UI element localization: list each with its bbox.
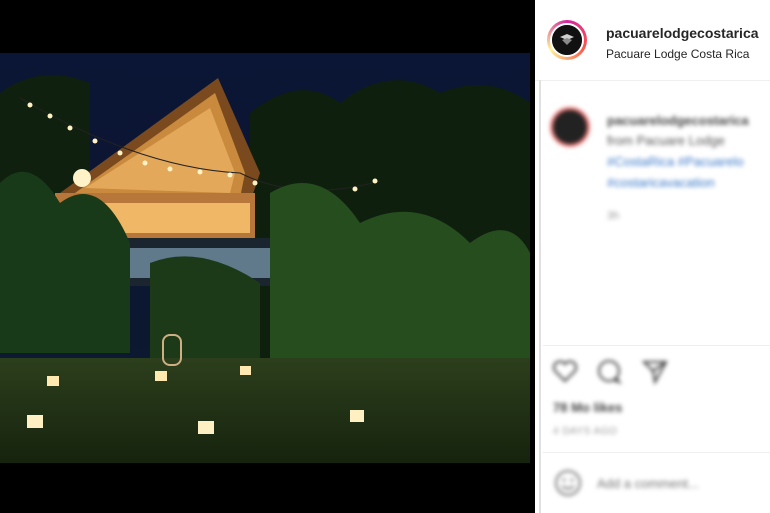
actions-divider — [543, 345, 770, 346]
caption-hashtags[interactable]: #CostaRica #Pacuarelo — [607, 154, 744, 169]
lodge-logo-icon — [552, 25, 582, 55]
comment-input[interactable] — [597, 476, 747, 491]
comment-divider — [543, 452, 770, 453]
heart-icon[interactable] — [551, 357, 579, 385]
caption-time: 3h — [607, 210, 620, 222]
caption-text: from Pacuare Lodge — [607, 133, 725, 148]
caption-hashtags-2[interactable]: #costaricavacation — [607, 175, 715, 190]
post-location[interactable]: Pacuare Lodge Costa Rica — [606, 47, 749, 61]
post-sidebar: pacuarelodgecostarica Pacuare Lodge Cost… — [535, 0, 770, 513]
lodge-night-photo — [0, 53, 530, 463]
caption-avatar[interactable] — [550, 107, 590, 147]
post-date: 4 DAYS AGO — [553, 426, 618, 437]
emoji-icon[interactable] — [553, 468, 583, 498]
share-icon[interactable] — [641, 357, 669, 385]
likes-count[interactable]: 78 Mo likes — [553, 400, 622, 415]
avatar[interactable] — [550, 23, 584, 57]
post-username[interactable]: pacuarelodgecostarica — [606, 25, 759, 41]
media-pane — [0, 0, 535, 513]
post-photo[interactable] — [0, 53, 530, 463]
caption-username[interactable]: pacuarelodgecostarica — [607, 113, 749, 128]
sidebar-divider — [539, 80, 541, 513]
profile-avatar-ring[interactable] — [547, 20, 587, 60]
post-header: pacuarelodgecostarica Pacuare Lodge Cost… — [535, 0, 770, 81]
comment-icon[interactable] — [595, 357, 623, 385]
